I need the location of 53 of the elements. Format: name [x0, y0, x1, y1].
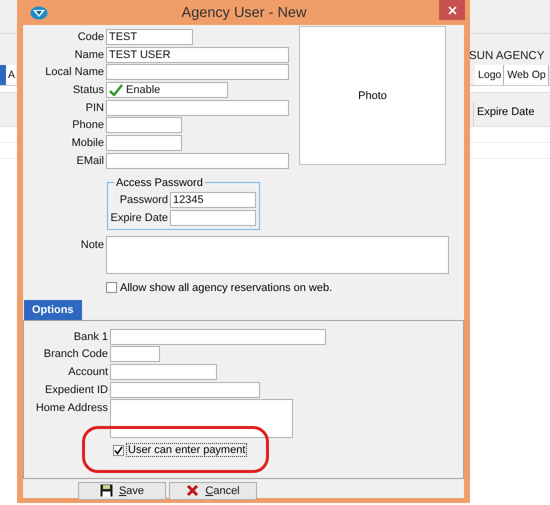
tab[interactable]: A: [6, 65, 16, 85]
text-field[interactable]: [106, 64, 289, 80]
checkbox-label: User can enter payment: [127, 444, 246, 456]
tab[interactable]: Logo: [475, 65, 504, 85]
text-field[interactable]: [106, 135, 182, 152]
field-label: Bank 1: [72, 330, 108, 342]
field-label: Account: [67, 366, 108, 378]
text-field[interactable]: [110, 346, 160, 362]
close-icon: [448, 6, 456, 14]
save-icon: [100, 484, 112, 496]
text-field[interactable]: TEST: [106, 29, 193, 45]
group-title: Access Password: [115, 176, 204, 189]
field-label: Local Name: [44, 66, 104, 78]
field-label: Status: [72, 84, 104, 96]
tab[interactable]: Web Op: [504, 65, 549, 85]
check-icon: [109, 84, 123, 96]
text-field[interactable]: [110, 328, 326, 344]
field-label: EMail: [75, 154, 104, 167]
checkbox-label: Allow show all agency reservations on web.: [120, 282, 332, 294]
field-label: Code: [76, 31, 104, 43]
field-label: Password: [118, 194, 168, 206]
checkbox[interactable]: [106, 282, 117, 293]
field-label: Home Address: [34, 401, 108, 414]
field-label: Expedient ID: [44, 384, 108, 396]
text-field[interactable]: [106, 152, 289, 169]
field-label: Note: [80, 238, 104, 250]
text-field[interactable]: [106, 100, 289, 116]
save-button[interactable]: Save: [78, 482, 166, 500]
column-header[interactable]: Expire Date: [473, 102, 534, 126]
status-field[interactable]: Enable: [106, 82, 228, 98]
close-button[interactable]: [439, 0, 465, 20]
cancel-button[interactable]: Cancel: [169, 482, 257, 500]
note-field[interactable]: [106, 236, 449, 274]
text-field[interactable]: [170, 210, 256, 226]
tab[interactable]: Options: [24, 300, 82, 320]
window-title: Agency User - New: [182, 4, 306, 20]
text-field[interactable]: [106, 117, 182, 134]
field-label: Phone: [71, 119, 104, 132]
field-label: Name: [74, 48, 104, 61]
text-field[interactable]: [110, 382, 260, 398]
field-label: PIN: [84, 102, 104, 114]
field-label: Expire Date: [110, 212, 168, 224]
address-field[interactable]: [110, 399, 293, 438]
photo-box[interactable]: Photo: [299, 26, 446, 165]
text-field[interactable]: TEST USER: [106, 46, 289, 63]
text-field[interactable]: [110, 364, 217, 380]
field-label: Branch Code: [42, 348, 108, 360]
text-field[interactable]: 12345: [170, 192, 256, 208]
field-label: Mobile: [70, 137, 104, 150]
cancel-icon: [186, 484, 199, 496]
checkbox[interactable]: [113, 444, 124, 456]
app-icon: [30, 6, 48, 20]
app-heading: SUN AGENCY: [469, 50, 544, 64]
